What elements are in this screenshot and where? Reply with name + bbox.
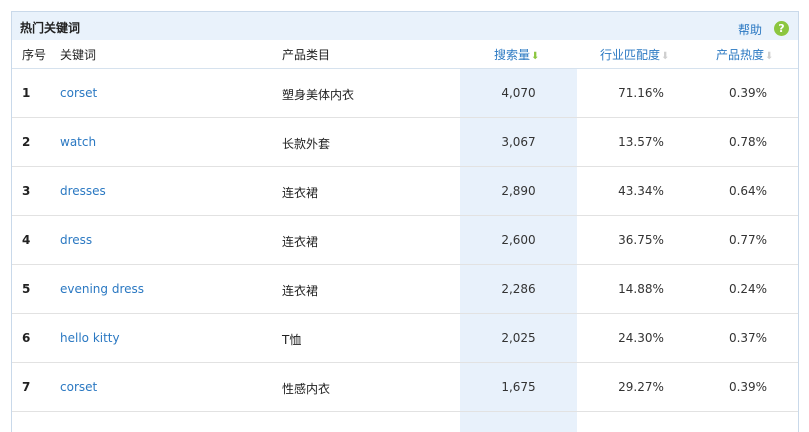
search-volume-value: 2,890: [501, 184, 536, 198]
column-header-product-heat[interactable]: 产品热度⬇: [716, 46, 773, 63]
product-heat-label: 产品热度: [716, 48, 765, 62]
row-index: 6: [22, 331, 31, 345]
industry-match-value: 36.75%: [618, 233, 664, 247]
row-index: 2: [22, 135, 31, 149]
row-index: 5: [22, 282, 31, 296]
keyword-link[interactable]: dress: [60, 233, 92, 247]
industry-match-value: 14.88%: [618, 282, 664, 296]
search-volume-value: 4,070: [501, 86, 536, 100]
table-row: 2 watch 长款外套 3,067 13.57% 0.78%: [12, 118, 798, 167]
product-category: 连衣裙: [282, 284, 319, 298]
hot-keywords-panel: 热门关键词 帮助 ? 序号 关键词 产品类目 搜索量⬇ 行业匹配度⬇ 产品热度⬇…: [11, 11, 799, 432]
product-heat-value: 0.64%: [728, 184, 768, 198]
keyword-link[interactable]: dresses: [60, 184, 106, 198]
column-header-keyword: 关键词: [60, 48, 97, 62]
product-heat-value: 0.78%: [728, 135, 768, 149]
table-row: 5 evening dress 连衣裙 2,286 14.88% 0.24%: [12, 265, 798, 314]
table-row: 6 hello kitty T恤 2,025 24.30% 0.37%: [12, 314, 798, 363]
product-category: 连衣裙: [282, 186, 319, 200]
panel-title: 热门关键词: [20, 21, 81, 35]
row-index: 1: [22, 86, 31, 100]
search-volume-value: 1,675: [501, 380, 536, 394]
product-heat-value: 0.37%: [728, 331, 768, 345]
row-index: 7: [22, 380, 31, 394]
sort-arrow-icon: ⬇: [765, 51, 774, 62]
help-question-icon[interactable]: ?: [774, 21, 789, 36]
industry-match-value: 29.27%: [618, 380, 664, 394]
keyword-link[interactable]: watch: [60, 135, 96, 149]
panel-title-bar: 热门关键词 帮助 ?: [12, 12, 798, 40]
product-category: 连衣裙: [282, 235, 319, 249]
help-link[interactable]: 帮助: [738, 21, 762, 38]
industry-match-value: 24.30%: [618, 331, 664, 345]
industry-match-value: 71.16%: [618, 86, 664, 100]
table-row: 3 dresses 连衣裙 2,890 43.34% 0.64%: [12, 167, 798, 216]
keyword-link[interactable]: hello kitty: [60, 331, 120, 345]
product-heat-value: 0.77%: [728, 233, 768, 247]
row-index: 3: [22, 184, 31, 198]
column-header-search-volume[interactable]: 搜索量⬇: [494, 46, 539, 63]
product-category: 塑身美体内衣: [282, 88, 355, 102]
product-heat-value: 0.39%: [728, 86, 768, 100]
table-row: 4 dress 连衣裙 2,600 36.75% 0.77%: [12, 216, 798, 265]
keyword-link[interactable]: corset: [60, 380, 97, 394]
product-category: T恤: [282, 333, 302, 347]
column-header-index: 序号: [22, 48, 47, 62]
table-header: 序号 关键词 产品类目 搜索量⬇ 行业匹配度⬇ 产品热度⬇: [12, 40, 798, 69]
search-volume-value: 3,067: [501, 135, 536, 149]
search-volume-value: 2,600: [501, 233, 536, 247]
sort-desc-arrow-icon: ⬇: [531, 51, 540, 62]
column-header-category: 产品类目: [282, 48, 331, 62]
column-header-industry-match[interactable]: 行业匹配度⬇: [600, 46, 669, 63]
keyword-link[interactable]: evening dress: [60, 282, 144, 296]
table-row: 7 corset 性感内衣 1,675 29.27% 0.39%: [12, 363, 798, 412]
industry-match-value: 43.34%: [618, 184, 664, 198]
product-category: 长款外套: [282, 137, 331, 151]
industry-match-value: 13.57%: [618, 135, 664, 149]
sort-arrow-icon: ⬇: [661, 51, 670, 62]
search-volume-label: 搜索量: [494, 48, 531, 62]
row-index: 4: [22, 233, 31, 247]
search-volume-value: 2,025: [501, 331, 536, 345]
keyword-link[interactable]: corset: [60, 86, 97, 100]
industry-match-label: 行业匹配度: [600, 48, 661, 62]
table-row: 1 corset 塑身美体内衣 4,070 71.16% 0.39%: [12, 69, 798, 118]
product-category: 性感内衣: [282, 382, 331, 396]
product-heat-value: 0.39%: [728, 380, 768, 394]
product-heat-value: 0.24%: [728, 282, 768, 296]
search-volume-value: 2,286: [501, 282, 536, 296]
